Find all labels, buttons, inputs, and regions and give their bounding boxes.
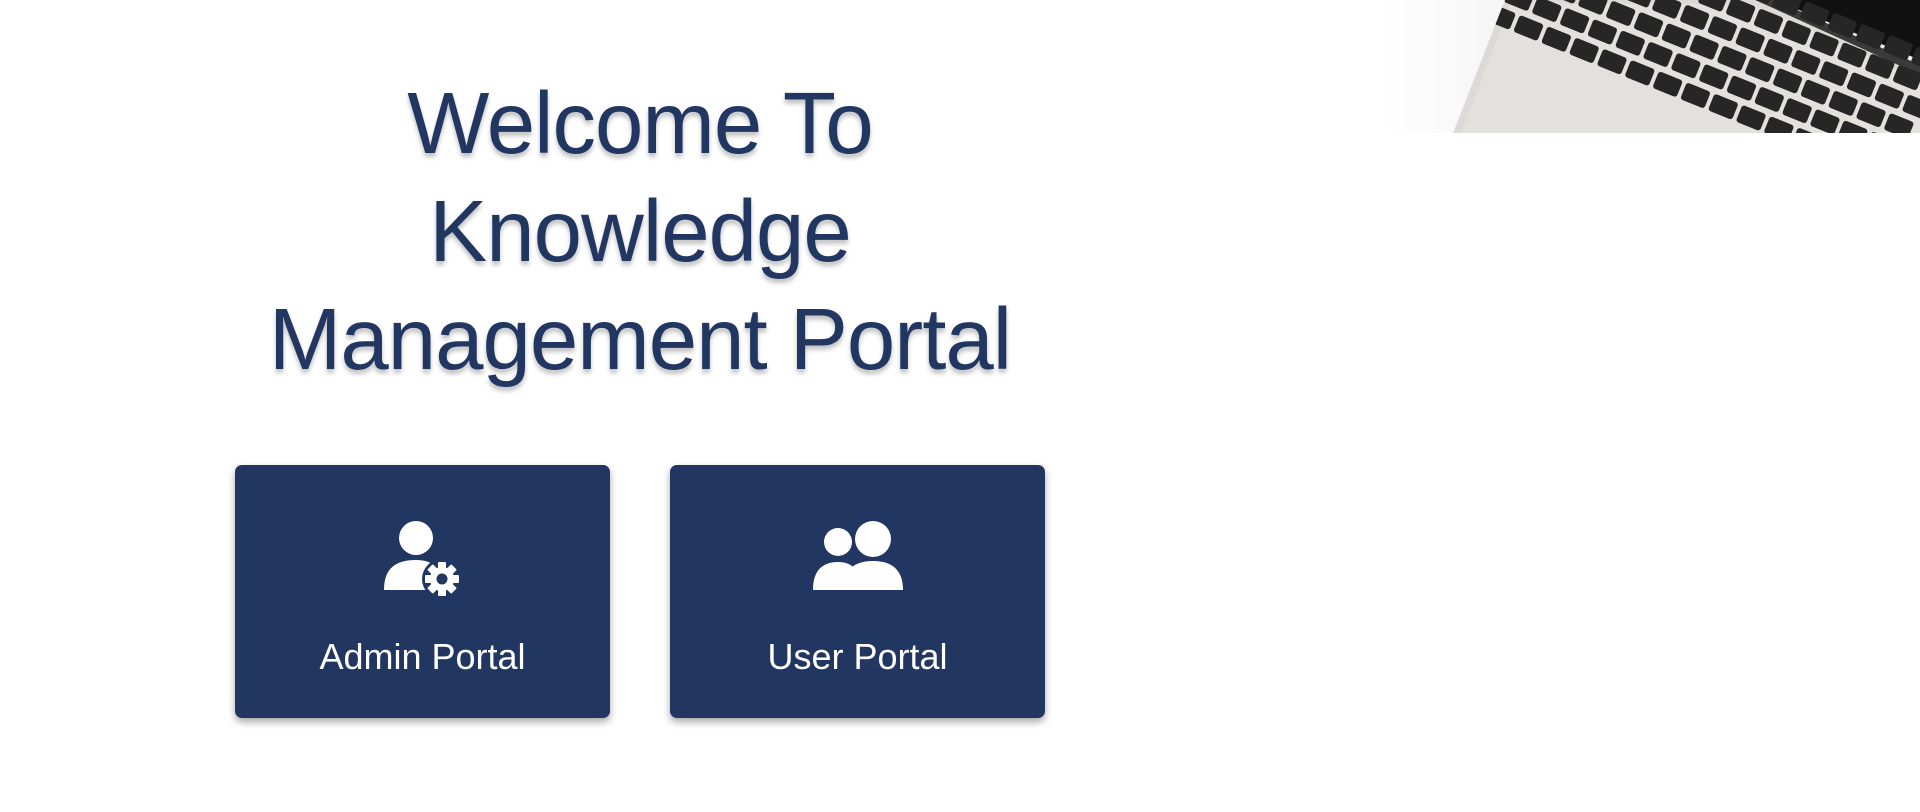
title-line-2: Knowledge <box>429 183 852 280</box>
admin-portal-label: Admin Portal <box>319 636 526 677</box>
user-portal-label: User Portal <box>767 636 948 677</box>
user-portal-button[interactable]: User Portal <box>670 465 1045 718</box>
title-line-1: Welcome To <box>407 75 873 172</box>
title-line-3: Management Portal <box>268 291 1012 388</box>
landing-page: Welcome To Knowledge Management Portal A… <box>0 0 1920 812</box>
laptop-keyboard-image <box>1385 0 1920 133</box>
admin-portal-button[interactable]: Admin Portal <box>235 465 610 718</box>
page-title: Welcome To Knowledge Management Portal <box>180 70 1100 394</box>
user-gear-icon <box>235 520 610 600</box>
users-icon <box>670 520 1045 600</box>
